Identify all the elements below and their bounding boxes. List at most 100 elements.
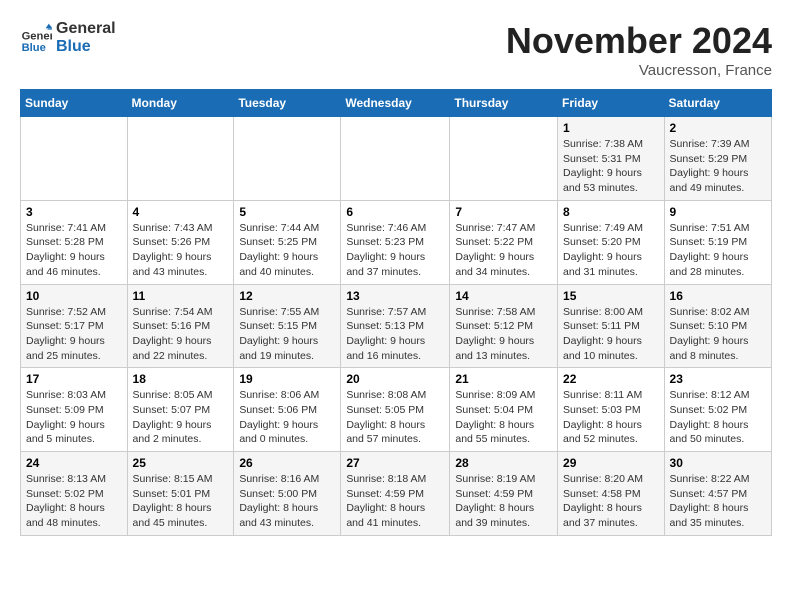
calendar-cell: 25 Sunrise: 8:15 AM Sunset: 5:01 PM Dayli…	[127, 452, 234, 536]
day-info: Sunrise: 7:51 AM Sunset: 5:19 PM Dayligh…	[670, 221, 766, 280]
day-number: 28	[455, 456, 552, 470]
calendar-cell: 20 Sunrise: 8:08 AM Sunset: 5:05 PM Dayli…	[341, 368, 450, 452]
day-number: 25	[133, 456, 229, 470]
day-number: 12	[239, 289, 335, 303]
day-number: 2	[670, 121, 766, 135]
calendar-cell: 19Sunrise: 8:06 AM Sunset: 5:06 PM Dayli…	[234, 368, 341, 452]
day-number: 21	[455, 372, 552, 386]
day-number: 11	[133, 289, 229, 303]
day-info: Sunrise: 8:02 AM Sunset: 5:10 PM Dayligh…	[670, 305, 766, 364]
calendar-cell: 1 Sunrise: 7:38 AM Sunset: 5:31 PM Daylig…	[558, 117, 665, 201]
calendar-cell: 4 Sunrise: 7:43 AM Sunset: 5:26 PM Daylig…	[127, 200, 234, 284]
day-number: 23	[670, 372, 766, 386]
logo: General Blue General Blue	[20, 20, 116, 56]
day-number: 8	[563, 205, 659, 219]
calendar-cell: 12 Sunrise: 7:55 AM Sunset: 5:15 PM Dayli…	[234, 284, 341, 368]
day-info: Sunrise: 8:19 AM Sunset: 4:59 PM Dayligh…	[455, 472, 552, 531]
day-number: 3	[26, 205, 122, 219]
day-number: 6	[346, 205, 444, 219]
day-number: 30	[670, 456, 766, 470]
day-number: 18	[133, 372, 229, 386]
calendar-table: SundayMondayTuesdayWednesdayThursdayFrid…	[20, 89, 772, 536]
day-info: Sunrise: 8:05 AM Sunset: 5:07 PM Dayligh…	[133, 388, 229, 447]
day-info: Sunrise: 8:08 AM Sunset: 5:05 PM Dayligh…	[346, 388, 444, 447]
calendar-cell: 6 Sunrise: 7:46 AM Sunset: 5:23 PM Daylig…	[341, 200, 450, 284]
logo-text-blue: Blue	[56, 38, 116, 56]
day-number: 22	[563, 372, 659, 386]
calendar-cell: 27 Sunrise: 8:18 AM Sunset: 4:59 PM Dayli…	[341, 452, 450, 536]
week-row-1: 1 Sunrise: 7:38 AM Sunset: 5:31 PM Daylig…	[21, 117, 772, 201]
weekday-header-monday: Monday	[127, 90, 234, 117]
calendar-cell: 16 Sunrise: 8:02 AM Sunset: 5:10 PM Dayli…	[664, 284, 771, 368]
page-header: General Blue General Blue November 2024 …	[20, 20, 772, 79]
calendar-cell: 8 Sunrise: 7:49 AM Sunset: 5:20 PM Daylig…	[558, 200, 665, 284]
month-title: November 2024	[506, 20, 772, 62]
day-number: 9	[670, 205, 766, 219]
day-number: 13	[346, 289, 444, 303]
day-info: Sunrise: 8:20 AM Sunset: 4:58 PM Dayligh…	[563, 472, 659, 531]
calendar-cell	[21, 117, 128, 201]
calendar-cell: 9 Sunrise: 7:51 AM Sunset: 5:19 PM Daylig…	[664, 200, 771, 284]
day-info: Sunrise: 7:39 AM Sunset: 5:29 PM Dayligh…	[670, 137, 766, 196]
day-number: 17	[26, 372, 122, 386]
day-info: Sunrise: 7:44 AM Sunset: 5:25 PM Dayligh…	[239, 221, 335, 280]
location: Vaucresson, France	[506, 62, 772, 79]
day-number: 24	[26, 456, 122, 470]
day-info: Sunrise: 8:15 AM Sunset: 5:01 PM Dayligh…	[133, 472, 229, 531]
calendar-cell: 30Sunrise: 8:22 AM Sunset: 4:57 PM Dayli…	[664, 452, 771, 536]
week-row-2: 3 Sunrise: 7:41 AM Sunset: 5:28 PM Daylig…	[21, 200, 772, 284]
calendar-cell: 10 Sunrise: 7:52 AM Sunset: 5:17 PM Dayli…	[21, 284, 128, 368]
day-info: Sunrise: 8:16 AM Sunset: 5:00 PM Dayligh…	[239, 472, 335, 531]
day-number: 5	[239, 205, 335, 219]
calendar-cell: 17Sunrise: 8:03 AM Sunset: 5:09 PM Dayli…	[21, 368, 128, 452]
calendar-cell: 24 Sunrise: 8:13 AM Sunset: 5:02 PM Dayli…	[21, 452, 128, 536]
day-number: 1	[563, 121, 659, 135]
week-row-3: 10 Sunrise: 7:52 AM Sunset: 5:17 PM Dayli…	[21, 284, 772, 368]
day-info: Sunrise: 7:49 AM Sunset: 5:20 PM Dayligh…	[563, 221, 659, 280]
day-number: 27	[346, 456, 444, 470]
day-info: Sunrise: 8:18 AM Sunset: 4:59 PM Dayligh…	[346, 472, 444, 531]
svg-text:General: General	[22, 31, 52, 43]
day-number: 15	[563, 289, 659, 303]
week-row-5: 24 Sunrise: 8:13 AM Sunset: 5:02 PM Dayli…	[21, 452, 772, 536]
weekday-header-tuesday: Tuesday	[234, 90, 341, 117]
day-info: Sunrise: 7:52 AM Sunset: 5:17 PM Dayligh…	[26, 305, 122, 364]
day-number: 14	[455, 289, 552, 303]
calendar-cell: 23 Sunrise: 8:12 AM Sunset: 5:02 PM Dayli…	[664, 368, 771, 452]
day-info: Sunrise: 8:12 AM Sunset: 5:02 PM Dayligh…	[670, 388, 766, 447]
weekday-header-thursday: Thursday	[450, 90, 558, 117]
calendar-cell: 7Sunrise: 7:47 AM Sunset: 5:22 PM Daylig…	[450, 200, 558, 284]
calendar-cell	[341, 117, 450, 201]
day-info: Sunrise: 7:41 AM Sunset: 5:28 PM Dayligh…	[26, 221, 122, 280]
calendar-cell	[234, 117, 341, 201]
calendar-cell: 29 Sunrise: 8:20 AM Sunset: 4:58 PM Dayli…	[558, 452, 665, 536]
calendar-cell: 26Sunrise: 8:16 AM Sunset: 5:00 PM Dayli…	[234, 452, 341, 536]
day-number: 10	[26, 289, 122, 303]
calendar-cell: 15 Sunrise: 8:00 AM Sunset: 5:11 PM Dayli…	[558, 284, 665, 368]
calendar-cell	[127, 117, 234, 201]
calendar-cell: 11 Sunrise: 7:54 AM Sunset: 5:16 PM Dayli…	[127, 284, 234, 368]
day-info: Sunrise: 8:00 AM Sunset: 5:11 PM Dayligh…	[563, 305, 659, 364]
day-info: Sunrise: 7:46 AM Sunset: 5:23 PM Dayligh…	[346, 221, 444, 280]
day-number: 7	[455, 205, 552, 219]
day-number: 20	[346, 372, 444, 386]
day-info: Sunrise: 8:13 AM Sunset: 5:02 PM Dayligh…	[26, 472, 122, 531]
day-info: Sunrise: 8:09 AM Sunset: 5:04 PM Dayligh…	[455, 388, 552, 447]
day-info: Sunrise: 7:43 AM Sunset: 5:26 PM Dayligh…	[133, 221, 229, 280]
svg-text:Blue: Blue	[22, 42, 46, 54]
day-info: Sunrise: 7:55 AM Sunset: 5:15 PM Dayligh…	[239, 305, 335, 364]
weekday-header-row: SundayMondayTuesdayWednesdayThursdayFrid…	[21, 90, 772, 117]
calendar-cell	[450, 117, 558, 201]
day-number: 16	[670, 289, 766, 303]
day-info: Sunrise: 7:57 AM Sunset: 5:13 PM Dayligh…	[346, 305, 444, 364]
day-number: 4	[133, 205, 229, 219]
calendar-cell: 14Sunrise: 7:58 AM Sunset: 5:12 PM Dayli…	[450, 284, 558, 368]
calendar-cell: 5 Sunrise: 7:44 AM Sunset: 5:25 PM Daylig…	[234, 200, 341, 284]
day-info: Sunrise: 8:06 AM Sunset: 5:06 PM Dayligh…	[239, 388, 335, 447]
day-number: 29	[563, 456, 659, 470]
day-info: Sunrise: 7:38 AM Sunset: 5:31 PM Dayligh…	[563, 137, 659, 196]
calendar-cell: 13 Sunrise: 7:57 AM Sunset: 5:13 PM Dayli…	[341, 284, 450, 368]
title-block: November 2024 Vaucresson, France	[506, 20, 772, 79]
day-info: Sunrise: 7:54 AM Sunset: 5:16 PM Dayligh…	[133, 305, 229, 364]
calendar-cell: 18 Sunrise: 8:05 AM Sunset: 5:07 PM Dayli…	[127, 368, 234, 452]
